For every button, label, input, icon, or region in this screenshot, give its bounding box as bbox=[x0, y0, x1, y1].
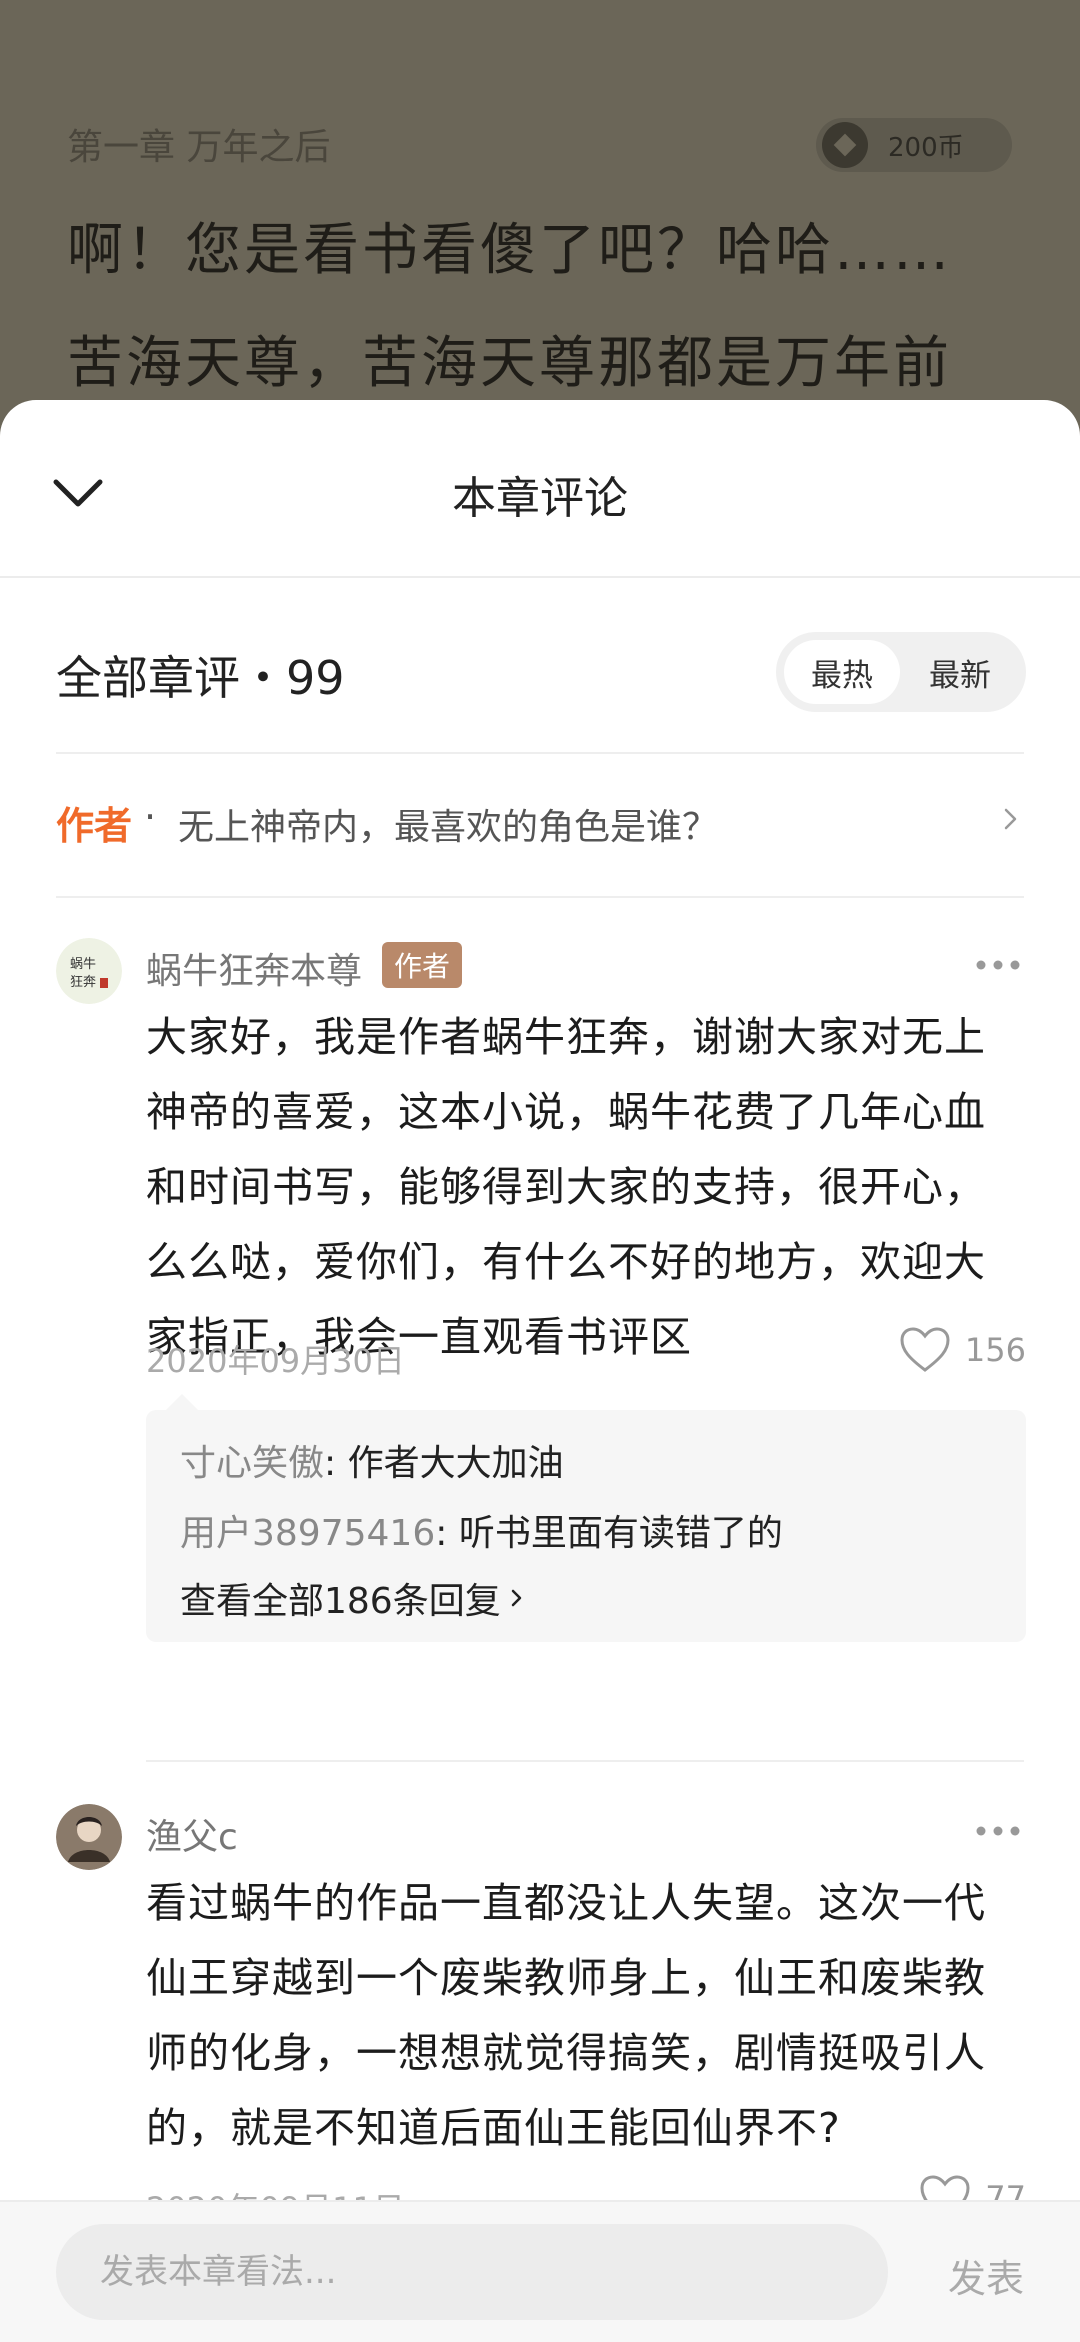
comment-item: 蜗牛 狂奔 蜗牛狂奔本尊 作者 大家好，我是作者蜗牛狂奔，谢谢大家对无上神帝的喜… bbox=[56, 938, 1026, 1642]
svg-text:蜗牛: 蜗牛 bbox=[70, 956, 96, 972]
coin-icon bbox=[822, 122, 868, 168]
avatar[interactable] bbox=[56, 1804, 122, 1870]
reply-text: : 听书里面有读错了的 bbox=[435, 1513, 783, 1554]
coin-price: 200币 bbox=[888, 132, 964, 163]
divider bbox=[146, 1760, 1024, 1762]
author-question-text: 无上神帝内，最喜欢的角色是谁？ bbox=[178, 807, 719, 848]
more-options-icon[interactable] bbox=[974, 1824, 1022, 1838]
more-options-icon[interactable] bbox=[974, 958, 1022, 972]
chapter-comments-sheet: 本章评论 全部章评・99 最热 最新 作者 · 无上神帝内，最喜欢的角色是谁？ … bbox=[0, 400, 1080, 2340]
reply-text: : 作者大大加油 bbox=[324, 1443, 564, 1484]
author-badge: 作者 bbox=[382, 942, 463, 988]
comment-count-label: 全部章评・99 bbox=[56, 651, 345, 705]
view-all-replies-text: 查看全部186条回复 bbox=[180, 1581, 501, 1622]
divider bbox=[56, 896, 1024, 898]
chapter-title: 第一章 万年之后 bbox=[67, 127, 331, 168]
comment-username[interactable]: 渔父c bbox=[146, 1808, 238, 1860]
comment-input[interactable] bbox=[56, 2224, 888, 2320]
sort-hot-button[interactable]: 最热 bbox=[784, 640, 900, 704]
reply-username: 寸心笑傲 bbox=[180, 1443, 325, 1484]
sheet-header: 本章评论 bbox=[0, 400, 1080, 578]
avatar[interactable]: 蜗牛 狂奔 bbox=[56, 938, 122, 1004]
comment-body: 大家好，我是作者蜗牛狂奔，谢谢大家对无上神帝的喜爱，这本小说，蜗牛花费了几年心血… bbox=[146, 1013, 986, 1361]
post-button[interactable]: 发表 bbox=[948, 2248, 1024, 2303]
view-all-replies-link[interactable]: 查看全部186条回复 bbox=[180, 1572, 525, 1624]
divider bbox=[56, 752, 1024, 754]
comment-username[interactable]: 蜗牛狂奔本尊 bbox=[146, 942, 362, 994]
chevron-right-icon bbox=[1004, 808, 1017, 830]
reader-background: 第一章 万年之后 200币 啊！您是看书看傻了吧？哈哈…… 苦海天尊，苦海天尊那… bbox=[0, 0, 1080, 420]
reader-text-line: 苦海天尊，苦海天尊那都是万年前 bbox=[67, 331, 952, 396]
comment-date: 2020年09月30日 bbox=[146, 1342, 405, 1380]
reply-box-notch bbox=[166, 1394, 198, 1410]
comment-body: 看过蜗牛的作品一直都没让人失望。这次一代仙王穿越到一个废柴教师身上，仙王和废柴教… bbox=[146, 1879, 986, 2152]
reply-username: 用户38975416 bbox=[180, 1513, 436, 1554]
sheet-title: 本章评论 bbox=[452, 473, 628, 524]
sort-toggle: 最热 最新 bbox=[776, 632, 1026, 712]
reply-item[interactable]: 寸心笑傲: 作者大大加油 bbox=[180, 1434, 564, 1486]
like-count: 156 bbox=[964, 1331, 1026, 1369]
comment-input-bar: 发表 bbox=[0, 2200, 1080, 2342]
reply-item[interactable]: 用户38975416: 听书里面有读错了的 bbox=[180, 1504, 783, 1556]
comment-item: 渔父c 看过蜗牛的作品一直都没让人失望。这次一代仙王穿越到一个废柴教师身上，仙王… bbox=[56, 1804, 1026, 2264]
coin-price-pill: 200币 bbox=[816, 118, 1012, 172]
reply-preview-box: 寸心笑傲: 作者大大加油 用户38975416: 听书里面有读错了的 查看全部1… bbox=[146, 1394, 1026, 1642]
chevron-right-icon bbox=[511, 1589, 521, 1607]
author-question-row[interactable]: 作者 · 无上神帝内，最喜欢的角色是谁？ bbox=[56, 795, 1026, 875]
separator-dot: · bbox=[144, 795, 157, 839]
sort-new-button[interactable]: 最新 bbox=[902, 640, 1018, 704]
comment-summary-row: 全部章评・99 最热 最新 bbox=[56, 632, 1026, 714]
reader-text-line: 啊！您是看书看傻了吧？哈哈…… bbox=[67, 218, 952, 283]
author-tag: 作者 bbox=[56, 804, 133, 848]
like-button[interactable]: 156 bbox=[899, 1326, 1026, 1374]
heart-icon bbox=[900, 1327, 950, 1372]
svg-text:狂奔: 狂奔 bbox=[70, 975, 96, 990]
